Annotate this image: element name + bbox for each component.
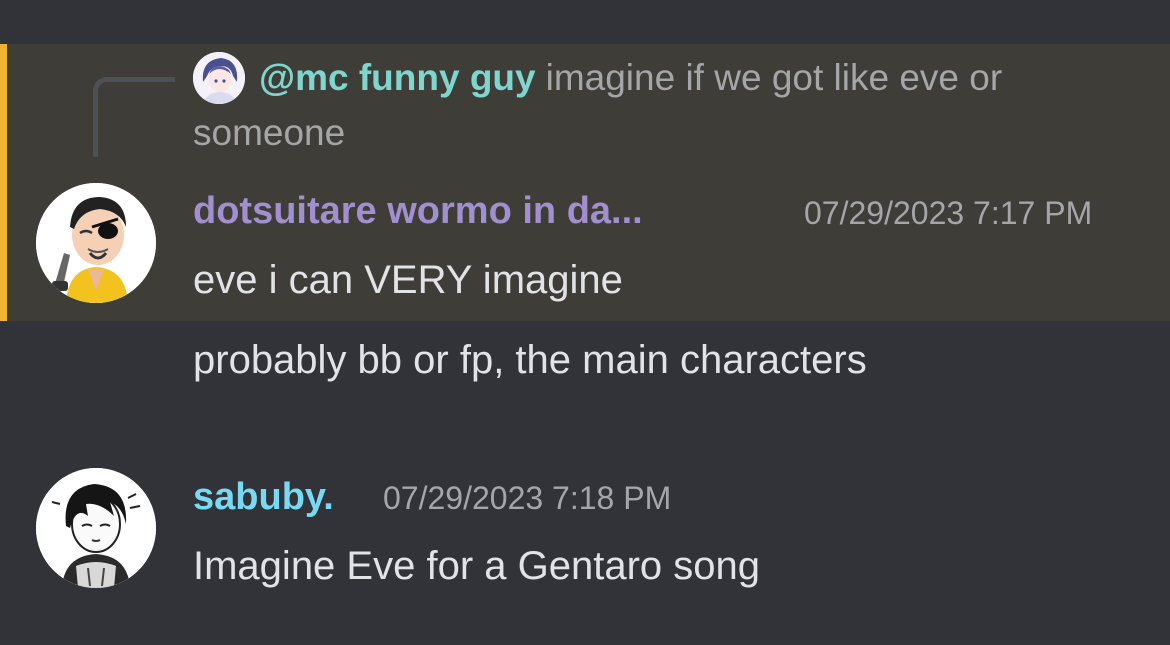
message-content: eve i can VERY imagine	[193, 258, 623, 302]
manga-boy-avatar-icon[interactable]	[36, 468, 156, 588]
mention-highlight-bar	[0, 44, 7, 321]
message-author[interactable]: sabuby.	[193, 476, 334, 519]
message-author[interactable]: dotsuitare wormo in da...	[193, 190, 643, 233]
message-timestamp[interactable]: 07/29/2023 7:17 PM	[804, 195, 1092, 232]
reply-preview[interactable]: @mc funny guy imagine if we got like eve …	[193, 50, 1143, 160]
chat-message-list: @mc funny guy imagine if we got like eve …	[0, 0, 1170, 645]
message-content: Imagine Eve for a Gentaro song	[193, 544, 760, 588]
eyepatch-man-avatar-icon[interactable]	[36, 183, 156, 303]
message-content: probably bb or fp, the main characters	[193, 338, 867, 382]
reply-mention[interactable]: @mc funny guy	[259, 57, 536, 98]
reply-connector-line	[93, 77, 175, 157]
message-timestamp[interactable]: 07/29/2023 7:18 PM	[383, 480, 671, 517]
